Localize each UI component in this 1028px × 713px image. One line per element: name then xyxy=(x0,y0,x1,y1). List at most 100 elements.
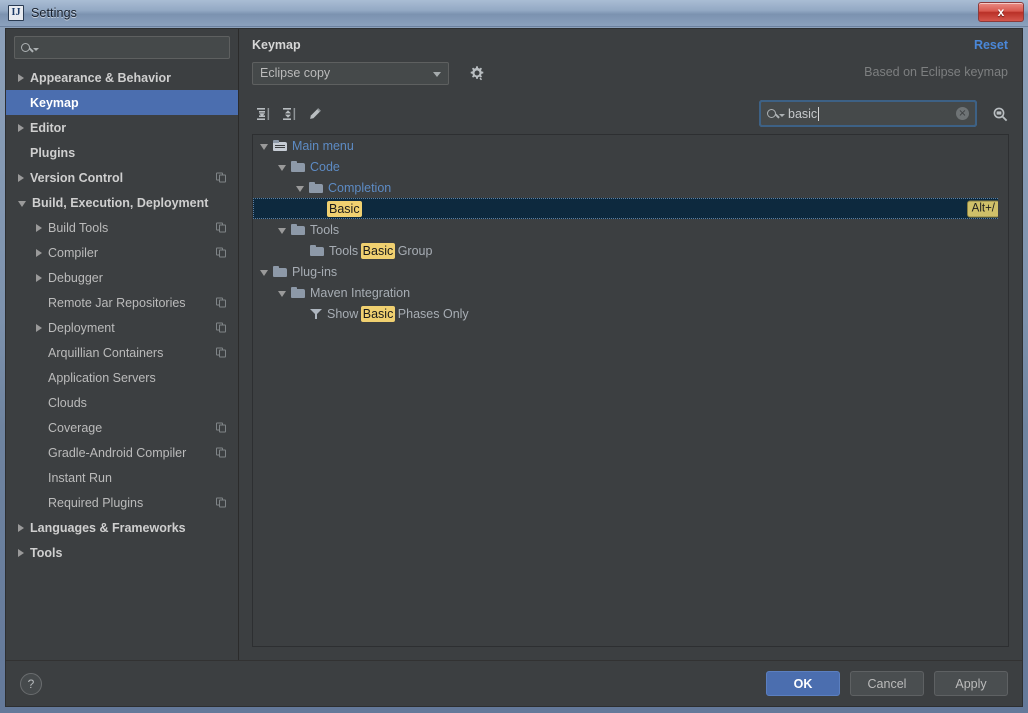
close-icon[interactable]: x xyxy=(978,2,1024,22)
sidebar-item-gradle-android-compiler[interactable]: Gradle-Android Compiler xyxy=(6,440,238,465)
chevron-down-icon[interactable] xyxy=(278,228,286,234)
keymap-tree-list: Main menu Code Completion BasicAlt+/ToolsTo… xyxy=(253,135,1008,324)
copy-settings-icon xyxy=(216,422,227,433)
sidebar-item-label: Plugins xyxy=(30,146,75,160)
chevron-right-icon[interactable] xyxy=(36,274,42,282)
chevron-down-icon[interactable] xyxy=(260,144,268,150)
chevron-right-icon[interactable] xyxy=(36,324,42,332)
tree-row-label: Main menu xyxy=(292,139,354,153)
edit-shortcut-icon[interactable] xyxy=(304,103,326,125)
search-match-highlight: Basic xyxy=(361,243,396,259)
sidebar-item-label: Required Plugins xyxy=(48,496,143,510)
sidebar-item-remote-jar-repositories[interactable]: Remote Jar Repositories xyxy=(6,290,238,315)
sidebar-item-label: Languages & Frameworks xyxy=(30,521,186,535)
dialog-content: Appearance & BehaviorKeymapEditorPlugins… xyxy=(6,29,1022,660)
clear-icon[interactable]: × xyxy=(956,107,969,120)
page-title: Keymap xyxy=(252,38,1010,52)
tree-row-basic[interactable]: BasicAlt+/ xyxy=(253,198,1008,219)
chevron-right-icon[interactable] xyxy=(18,549,24,557)
keymap-search-container: basic × xyxy=(760,101,976,126)
copy-settings-icon xyxy=(216,247,227,258)
label-text: Maven Integration xyxy=(310,286,410,300)
chevron-down-icon[interactable] xyxy=(278,291,286,297)
tree-row-tools[interactable]: Tools xyxy=(253,219,1008,240)
sidebar-item-languages-frameworks[interactable]: Languages & Frameworks xyxy=(6,515,238,540)
sidebar-item-label: Gradle-Android Compiler xyxy=(48,446,186,460)
label-text: Group xyxy=(394,244,432,258)
chevron-right-icon[interactable] xyxy=(18,174,24,182)
sidebar-item-plugins[interactable]: Plugins xyxy=(6,140,238,165)
label-text: Show xyxy=(327,307,362,321)
tree-row-code[interactable]: Code xyxy=(253,156,1008,177)
sidebar-item-keymap[interactable]: Keymap xyxy=(6,90,238,115)
keymap-toolbar: basic × xyxy=(239,98,1022,130)
sidebar-item-label: Version Control xyxy=(30,171,123,185)
copy-settings-icon xyxy=(216,297,227,308)
tree-row-label: Code xyxy=(310,160,340,174)
window-title: Settings xyxy=(31,6,77,20)
tree-row-show-basic-phases-only[interactable]: Show Basic Phases Only xyxy=(253,303,1008,324)
chevron-right-icon[interactable] xyxy=(36,224,42,232)
sidebar-item-deployment[interactable]: Deployment xyxy=(6,315,238,340)
tree-scrollbar[interactable] xyxy=(998,135,1008,646)
chevron-right-icon[interactable] xyxy=(36,249,42,257)
find-by-shortcut-icon[interactable] xyxy=(990,104,1010,124)
search-match-highlight: Basic xyxy=(361,306,396,322)
tree-row-label: Show Basic Phases Only xyxy=(327,307,469,321)
dialog-footer: ? OK Cancel Apply xyxy=(6,660,1022,706)
copy-settings-icon xyxy=(216,322,227,333)
sidebar-item-appearance-behavior[interactable]: Appearance & Behavior xyxy=(6,65,238,90)
tree-row-tools-basic-group[interactable]: Tools Basic Group xyxy=(253,240,1008,261)
chevron-right-icon[interactable] xyxy=(18,524,24,532)
collapse-all-icon[interactable] xyxy=(278,103,300,125)
keymap-search-input[interactable]: basic × xyxy=(760,101,976,126)
sidebar-item-label: Coverage xyxy=(48,421,102,435)
chevron-down-icon[interactable] xyxy=(18,201,26,207)
cancel-button[interactable]: Cancel xyxy=(850,671,924,696)
tree-row-main-menu[interactable]: Main menu xyxy=(253,135,1008,156)
sidebar-item-debugger[interactable]: Debugger xyxy=(6,265,238,290)
gear-icon[interactable] xyxy=(466,63,486,83)
sidebar-item-version-control[interactable]: Version Control xyxy=(6,165,238,190)
sidebar-item-compiler[interactable]: Compiler xyxy=(6,240,238,265)
chevron-down-icon[interactable] xyxy=(278,165,286,171)
sidebar-item-clouds[interactable]: Clouds xyxy=(6,390,238,415)
sidebar-item-required-plugins[interactable]: Required Plugins xyxy=(6,490,238,515)
tree-row-plug-ins[interactable]: Plug-ins xyxy=(253,261,1008,282)
tree-row-label: Plug-ins xyxy=(292,265,337,279)
label-text: Main menu xyxy=(292,139,354,153)
filter-icon xyxy=(310,308,322,319)
sidebar-item-instant-run[interactable]: Instant Run xyxy=(6,465,238,490)
sidebar-search-input[interactable] xyxy=(14,36,230,59)
chevron-right-icon[interactable] xyxy=(18,124,24,132)
sidebar-item-arquillian-containers[interactable]: Arquillian Containers xyxy=(6,340,238,365)
reset-link[interactable]: Reset xyxy=(974,38,1008,52)
sidebar-item-build-tools[interactable]: Build Tools xyxy=(6,215,238,240)
label-text: Code xyxy=(310,160,340,174)
footer-actions: OK Cancel Apply xyxy=(766,671,1008,696)
copy-settings-icon xyxy=(216,222,227,233)
tree-row-completion[interactable]: Completion xyxy=(253,177,1008,198)
chevron-down-icon[interactable] xyxy=(260,270,268,276)
keymap-select[interactable]: Eclipse copy xyxy=(252,62,449,85)
sidebar-item-label: Editor xyxy=(30,121,66,135)
sidebar-item-coverage[interactable]: Coverage xyxy=(6,415,238,440)
ok-button[interactable]: OK xyxy=(766,671,840,696)
sidebar-search-container xyxy=(6,29,238,63)
expand-all-icon[interactable] xyxy=(252,103,274,125)
apply-button[interactable]: Apply xyxy=(934,671,1008,696)
search-icon xyxy=(21,43,39,52)
sidebar-item-build-execution-deployment[interactable]: Build, Execution, Deployment xyxy=(6,190,238,215)
sidebar-item-application-servers[interactable]: Application Servers xyxy=(6,365,238,390)
tree-row-maven-integration[interactable]: Maven Integration xyxy=(253,282,1008,303)
tree-row-label: Completion xyxy=(328,181,391,195)
help-button[interactable]: ? xyxy=(20,673,42,695)
keymap-panel: Keymap Reset Eclipse copy xyxy=(239,29,1022,660)
sidebar-item-label: Deployment xyxy=(48,321,115,335)
chevron-right-icon[interactable] xyxy=(18,74,24,82)
sidebar-item-tools[interactable]: Tools xyxy=(6,540,238,565)
copy-settings-icon xyxy=(216,447,227,458)
chevron-down-icon[interactable] xyxy=(296,186,304,192)
sidebar-item-editor[interactable]: Editor xyxy=(6,115,238,140)
keymap-search-value: basic xyxy=(788,107,819,121)
